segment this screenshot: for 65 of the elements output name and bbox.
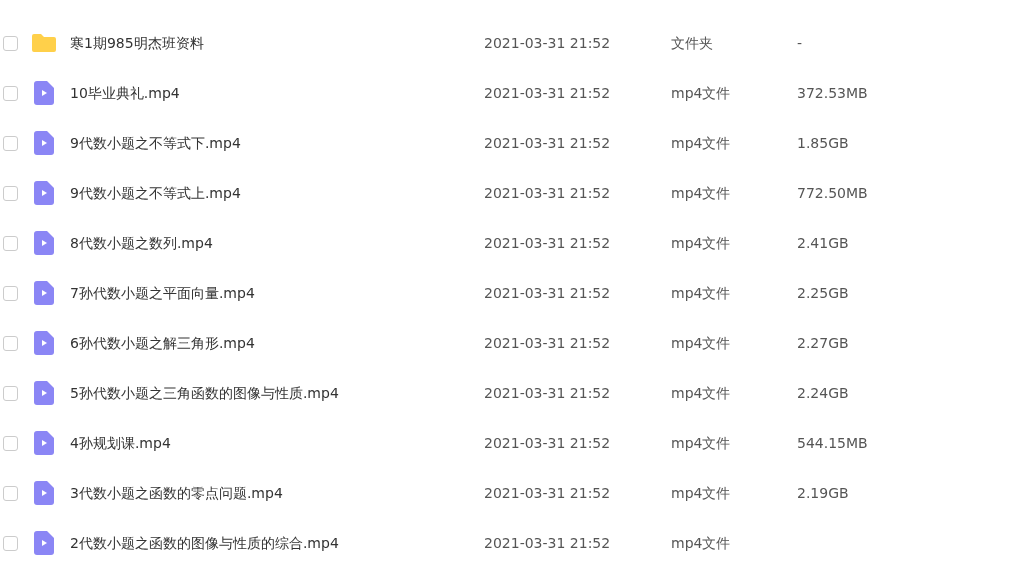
video-file-icon [34,81,54,105]
file-size: 2.41GB [797,233,849,253]
modified-date: 2021-03-31 21:52 [484,233,612,253]
row-checkbox[interactable] [3,85,18,101]
file-type: mp4文件 [671,333,732,353]
file-name[interactable]: 5孙代数小题之三角函数的图像与性质.mp4 [70,382,484,404]
file-name[interactable]: 7孙代数小题之平面向量.mp4 [70,282,484,304]
modified-date: 2021-03-31 21:52 [484,383,612,403]
file-name[interactable]: 2代数小题之函数的图像与性质的综合.mp4 [70,532,484,554]
modified-date: 2021-03-31 21:52 [484,33,612,53]
row-checkbox[interactable] [3,35,18,51]
row-checkbox[interactable] [3,535,18,551]
file-size: 2.25GB [797,283,849,303]
file-type: mp4文件 [671,233,732,253]
row-checkbox[interactable] [3,285,18,301]
file-size: 372.53MB [797,83,868,103]
file-name[interactable]: 3代数小题之函数的零点问题.mp4 [70,482,484,504]
file-size: 1.85GB [797,133,849,153]
folder-icon [31,33,57,53]
file-type: mp4文件 [671,433,732,453]
file-name[interactable]: 9代数小题之不等式上.mp4 [70,182,484,204]
row-checkbox[interactable] [3,335,18,351]
video-file-icon [34,481,54,505]
file-name[interactable]: 9代数小题之不等式下.mp4 [70,132,484,154]
file-name[interactable]: 10毕业典礼.mp4 [70,82,484,104]
modified-date: 2021-03-31 21:52 [484,433,612,453]
file-size: 2.19GB [797,483,849,503]
file-type: mp4文件 [671,83,732,103]
file-name[interactable]: 寒1期985明杰班资料 [70,32,484,54]
modified-date: 2021-03-31 21:52 [484,133,612,153]
file-size: 544.15MB [797,433,868,453]
video-file-icon [34,281,54,305]
file-type: mp4文件 [671,533,732,553]
video-file-icon [34,331,54,355]
file-size: 2.27GB [797,333,849,353]
video-file-icon [34,431,54,455]
file-name[interactable]: 8代数小题之数列.mp4 [70,232,484,254]
file-name[interactable]: 4孙规划课.mp4 [70,432,484,454]
file-type: mp4文件 [671,133,732,153]
file-type: mp4文件 [671,183,732,203]
row-checkbox[interactable] [3,485,18,501]
file-type: mp4文件 [671,383,732,403]
row-checkbox[interactable] [3,435,18,451]
modified-date: 2021-03-31 21:52 [484,333,612,353]
file-name[interactable]: 6孙代数小题之解三角形.mp4 [70,332,484,354]
row-checkbox[interactable] [3,185,18,201]
video-file-icon [34,131,54,155]
modified-date: 2021-03-31 21:52 [484,183,612,203]
video-file-icon [34,531,54,555]
row-checkbox[interactable] [3,235,18,251]
file-size: - [797,33,803,53]
video-file-icon [34,381,54,405]
row-checkbox[interactable] [3,135,18,151]
modified-date: 2021-03-31 21:52 [484,283,612,303]
file-type: mp4文件 [671,283,732,303]
row-checkbox[interactable] [3,385,18,401]
video-file-icon [34,181,54,205]
file-size: 2.24GB [797,383,849,403]
file-type: 文件夹 [671,33,714,53]
file-type: mp4文件 [671,483,732,503]
modified-date: 2021-03-31 21:52 [484,533,612,553]
modified-date: 2021-03-31 21:52 [484,83,612,103]
modified-date: 2021-03-31 21:52 [484,483,612,503]
video-file-icon [34,231,54,255]
file-size: 772.50MB [797,183,868,203]
